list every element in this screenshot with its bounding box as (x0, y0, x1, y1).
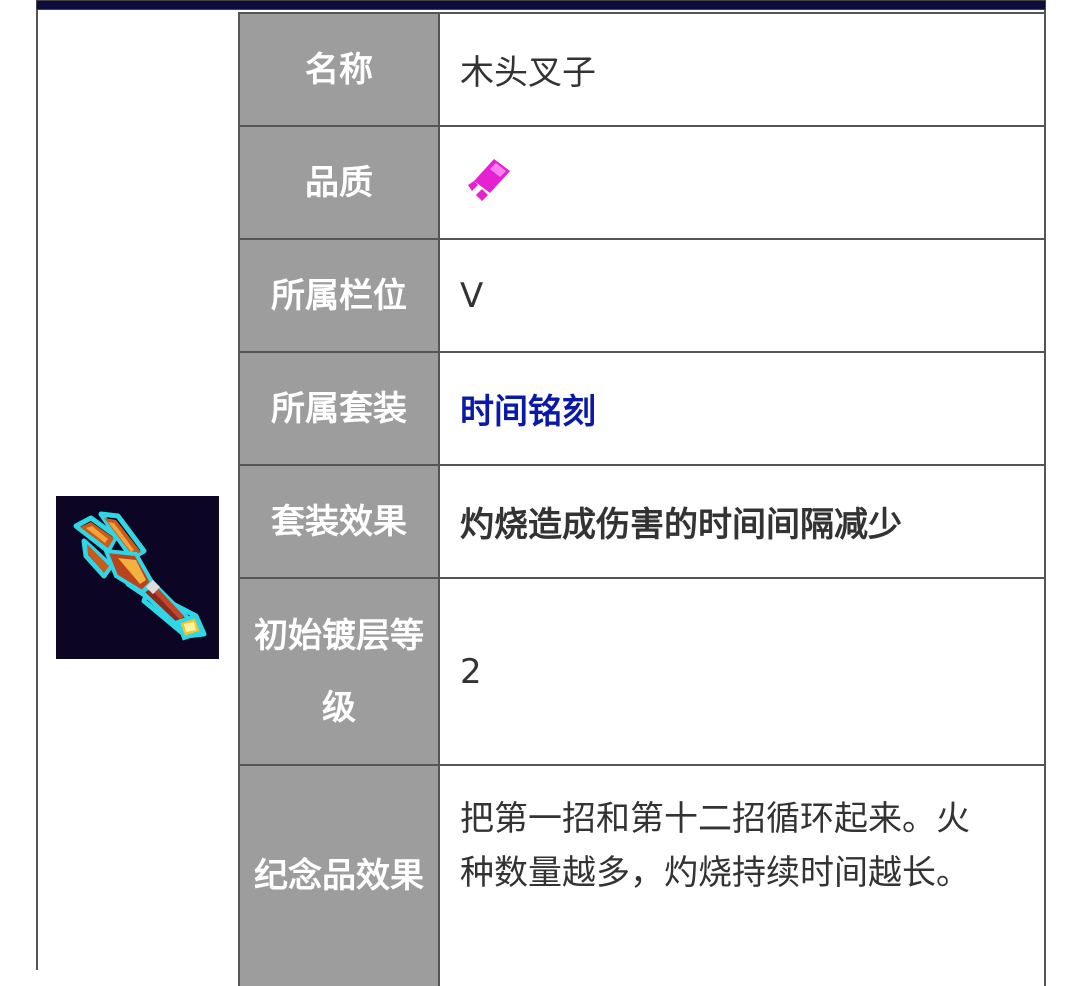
table-row: 品质 (240, 127, 1046, 240)
set-effect-value: 灼烧造成伤害的时间间隔减少 (440, 466, 1046, 577)
table-row: 所属栏位 V (240, 240, 1046, 353)
table-row: 纪念品效果 把第一招和第十二招循环起来。火种数量越多，灼烧持续时间越长。 (240, 766, 1046, 986)
table-row: 所属套装 时间铭刻 (240, 353, 1046, 466)
row-label-plating-level: 初始镀层等级 (240, 579, 440, 764)
slot-value: V (440, 240, 1046, 351)
set-name-link[interactable]: 时间铭刻 (460, 384, 596, 433)
row-label-souvenir-effect: 纪念品效果 (240, 766, 440, 986)
table-row: 套装效果 灼烧造成伤害的时间间隔减少 (240, 466, 1046, 579)
item-info-table: 名称 木头叉子 品质 所属栏位 V 所属套装 时间铭刻 套装效果 灼烧造成伤害的… (238, 12, 1046, 986)
set-value-cell: 时间铭刻 (440, 353, 1046, 464)
pink-quality-gem-icon (468, 158, 510, 201)
quality-value (440, 127, 1046, 238)
header-bar (36, 0, 1046, 10)
item-name: 木头叉子 (440, 14, 1046, 125)
row-label-set: 所属套装 (240, 353, 440, 464)
row-label-quality: 品质 (240, 127, 440, 238)
table-row: 初始镀层等级 2 (240, 579, 1046, 766)
souvenir-effect-value: 把第一招和第十二招循环起来。火种数量越多，灼烧持续时间越长。 (440, 766, 1046, 986)
row-label-set-effect: 套装效果 (240, 466, 440, 577)
wooden-trident-icon (56, 496, 219, 659)
table-row: 名称 木头叉子 (240, 14, 1046, 127)
item-icon-cell (38, 12, 238, 972)
row-label-slot: 所属栏位 (240, 240, 440, 351)
plating-level-value: 2 (440, 579, 1046, 764)
row-label-name: 名称 (240, 14, 440, 125)
